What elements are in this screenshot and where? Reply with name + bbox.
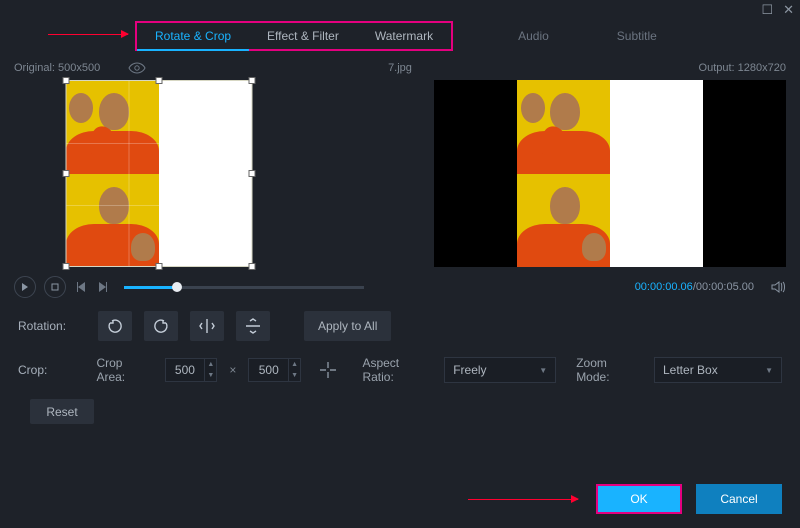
crop-width-up[interactable]: ▲ [204,359,216,370]
tab-subtitle[interactable]: Subtitle [617,29,657,43]
stop-button[interactable] [44,276,66,298]
crop-handle-tl[interactable] [63,77,70,84]
crop-label: Crop: [18,363,84,377]
apply-to-all-button[interactable]: Apply to All [304,311,391,341]
crop-height-value: 500 [249,363,288,377]
zoom-mode-select[interactable]: Letter Box ▼ [654,357,782,383]
tab-strip: Rotate & Crop Effect & Filter Watermark [135,20,453,52]
time-display: 00:00:00.06/00:00:05.00 [635,281,754,293]
rotation-label: Rotation: [18,319,86,333]
flip-vertical-button[interactable] [236,311,270,341]
crop-handle-bl[interactable] [63,263,70,270]
flip-horizontal-button[interactable] [190,311,224,341]
output-preview [434,80,786,267]
rotation-row: Rotation: Apply to All [18,311,782,341]
crop-width-down[interactable]: ▼ [204,370,216,381]
crop-height-stepper[interactable]: 500 ▲▼ [248,358,301,382]
crop-handle-tr[interactable] [249,77,256,84]
tabs-row: Rotate & Crop Effect & Filter Watermark … [0,20,800,52]
tab-audio[interactable]: Audio [518,29,549,43]
info-row: Original: 500x500 7.jpg Output: 1280x720 [0,56,800,80]
crop-width-stepper[interactable]: 500 ▲▼ [165,358,218,382]
annotation-arrow-tabs [48,34,128,35]
tab-watermark[interactable]: Watermark [357,21,451,51]
duration: 00:00:05.00 [696,281,754,293]
crop-handle-br[interactable] [249,263,256,270]
dimension-times: × [229,363,236,377]
crop-handle-mr[interactable] [249,170,256,177]
title-bar: ☐ ✕ [0,0,800,20]
crop-handle-tm[interactable] [155,77,162,84]
seek-thumb[interactable] [172,282,182,292]
aspect-ratio-select[interactable]: Freely ▼ [444,357,556,383]
next-frame-button[interactable] [96,280,110,294]
source-preview[interactable] [14,80,304,267]
aspect-ratio-value: Freely [453,363,486,377]
aspect-ratio-label: Aspect Ratio: [362,356,432,384]
tab-rotate-crop[interactable]: Rotate & Crop [137,21,249,51]
volume-icon[interactable] [770,279,786,295]
reset-row: Reset [18,399,782,424]
play-button[interactable] [14,276,36,298]
prev-frame-button[interactable] [74,280,88,294]
crop-row: Crop: Crop Area: 500 ▲▼ × 500 ▲▼ Aspect … [18,355,782,385]
preview-row [0,80,800,267]
crop-rectangle[interactable] [66,80,253,267]
chevron-down-icon: ▼ [539,366,547,375]
crop-height-down[interactable]: ▼ [288,370,300,381]
zoom-mode-value: Letter Box [663,363,718,377]
crop-handle-bm[interactable] [155,263,162,270]
crop-area-label: Crop Area: [96,356,152,384]
cancel-button[interactable]: Cancel [696,484,782,514]
reset-button[interactable]: Reset [30,399,94,424]
close-button[interactable]: ✕ [783,4,794,16]
rotate-cw-button[interactable] [144,311,178,341]
controls-section: Rotation: Apply to All Crop: Crop Area: … [0,301,800,448]
crop-handle-ml[interactable] [63,170,70,177]
footer: OK Cancel [468,484,782,514]
crop-width-value: 500 [166,363,205,377]
maximize-button[interactable]: ☐ [761,4,773,16]
tab-effect-filter[interactable]: Effect & Filter [249,21,357,51]
seek-slider[interactable] [124,286,364,289]
crop-height-up[interactable]: ▲ [288,359,300,370]
filename: 7.jpg [0,62,800,74]
ok-button[interactable]: OK [596,484,682,514]
annotation-tab-group: Rotate & Crop Effect & Filter Watermark [135,21,453,51]
annotation-arrow-ok [468,499,578,500]
zoom-mode-label: Zoom Mode: [576,356,642,384]
tab-strip-right: Audio Subtitle [518,29,657,43]
transport-bar: 00:00:00.06/00:00:05.00 [0,267,800,301]
center-crop-button[interactable] [313,355,342,385]
chevron-down-icon: ▼ [765,366,773,375]
rotate-ccw-button[interactable] [98,311,132,341]
current-time: 00:00:00.06 [635,281,693,293]
